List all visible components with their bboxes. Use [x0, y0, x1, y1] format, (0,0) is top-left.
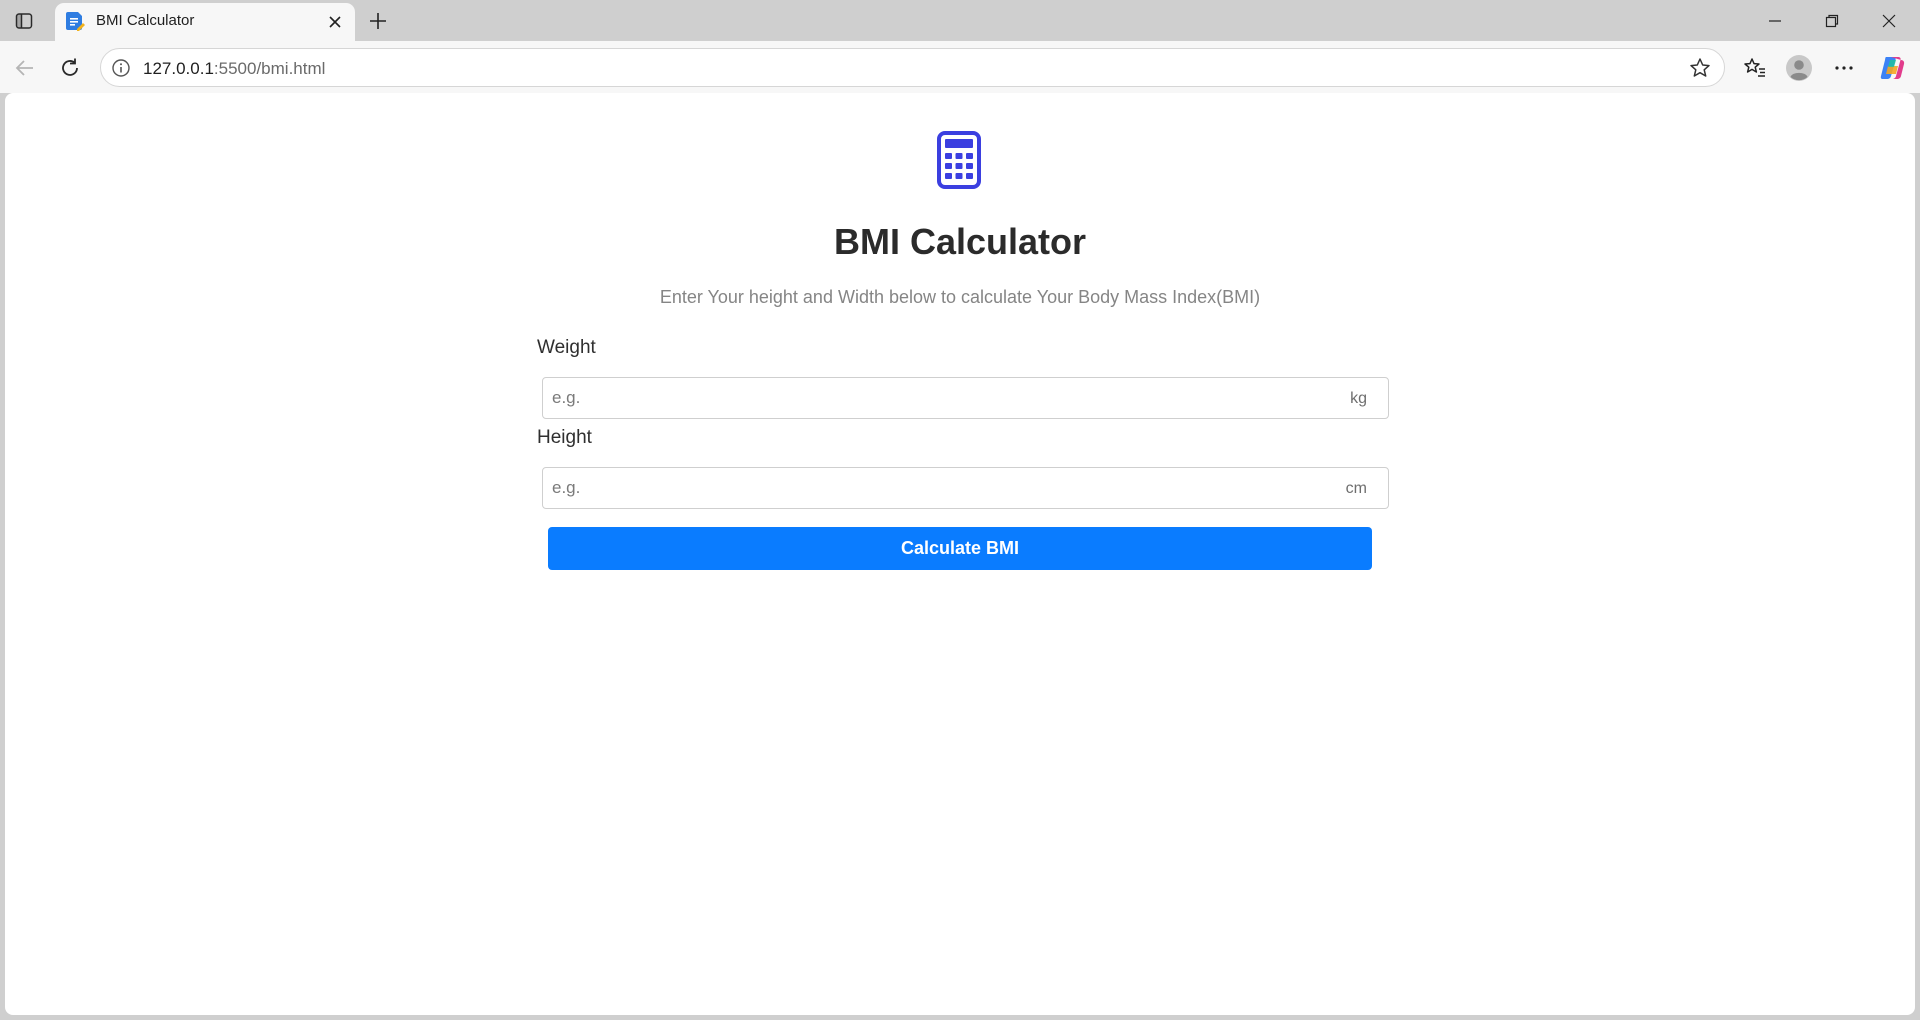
calculate-bmi-button[interactable]: Calculate BMI — [548, 527, 1372, 570]
weight-label: Weight — [537, 337, 596, 358]
calculator-icon — [937, 131, 981, 189]
url-path: :5500/bmi.html — [213, 59, 326, 78]
new-tab-icon[interactable] — [364, 7, 392, 35]
tab-bmi-calculator[interactable]: BMI Calculator — [55, 3, 355, 41]
weight-unit: kg — [1350, 390, 1367, 407]
favorite-star-icon[interactable] — [1688, 56, 1712, 80]
window-bottom-edge — [0, 1015, 1920, 1020]
tab-title: BMI Calculator — [96, 12, 195, 29]
document-favicon-icon — [64, 10, 86, 32]
favorites-icon[interactable] — [1738, 51, 1772, 85]
refresh-icon[interactable] — [53, 51, 87, 85]
page-viewport: BMI Calculator Enter Your height and Wid… — [5, 93, 1915, 1015]
close-tab-icon[interactable] — [323, 10, 347, 34]
profile-avatar-icon[interactable] — [1782, 51, 1816, 85]
height-label: Height — [537, 427, 592, 448]
height-unit: cm — [1345, 480, 1367, 497]
weight-input[interactable] — [552, 387, 1312, 409]
tab-bar: BMI Calculator — [0, 0, 1920, 41]
close-window-icon[interactable] — [1867, 6, 1911, 36]
site-info-icon[interactable] — [111, 58, 131, 78]
browser-toolbar: 127.0.0.1:5500/bmi.html — [0, 41, 1920, 93]
page-title: BMI Calculator — [833, 221, 1087, 262]
minimize-icon[interactable] — [1753, 6, 1797, 36]
copilot-icon[interactable] — [1875, 51, 1909, 85]
url-host: 127.0.0.1 — [143, 59, 214, 78]
url-text: 127.0.0.1:5500/bmi.html — [143, 59, 325, 79]
height-input[interactable] — [552, 477, 1312, 499]
back-arrow-icon[interactable] — [8, 51, 42, 85]
height-field[interactable]: cm — [542, 467, 1389, 509]
bmi-calculator-app: BMI Calculator Enter Your height and Wid… — [5, 93, 1915, 1015]
weight-field[interactable]: kg — [542, 377, 1389, 419]
restore-icon[interactable] — [1810, 6, 1854, 36]
address-bar[interactable]: 127.0.0.1:5500/bmi.html — [100, 48, 1725, 87]
tab-actions-icon[interactable] — [11, 8, 37, 34]
page-subtitle: Enter Your height and Width below to cal… — [659, 287, 1261, 307]
more-options-icon[interactable] — [1827, 51, 1861, 85]
